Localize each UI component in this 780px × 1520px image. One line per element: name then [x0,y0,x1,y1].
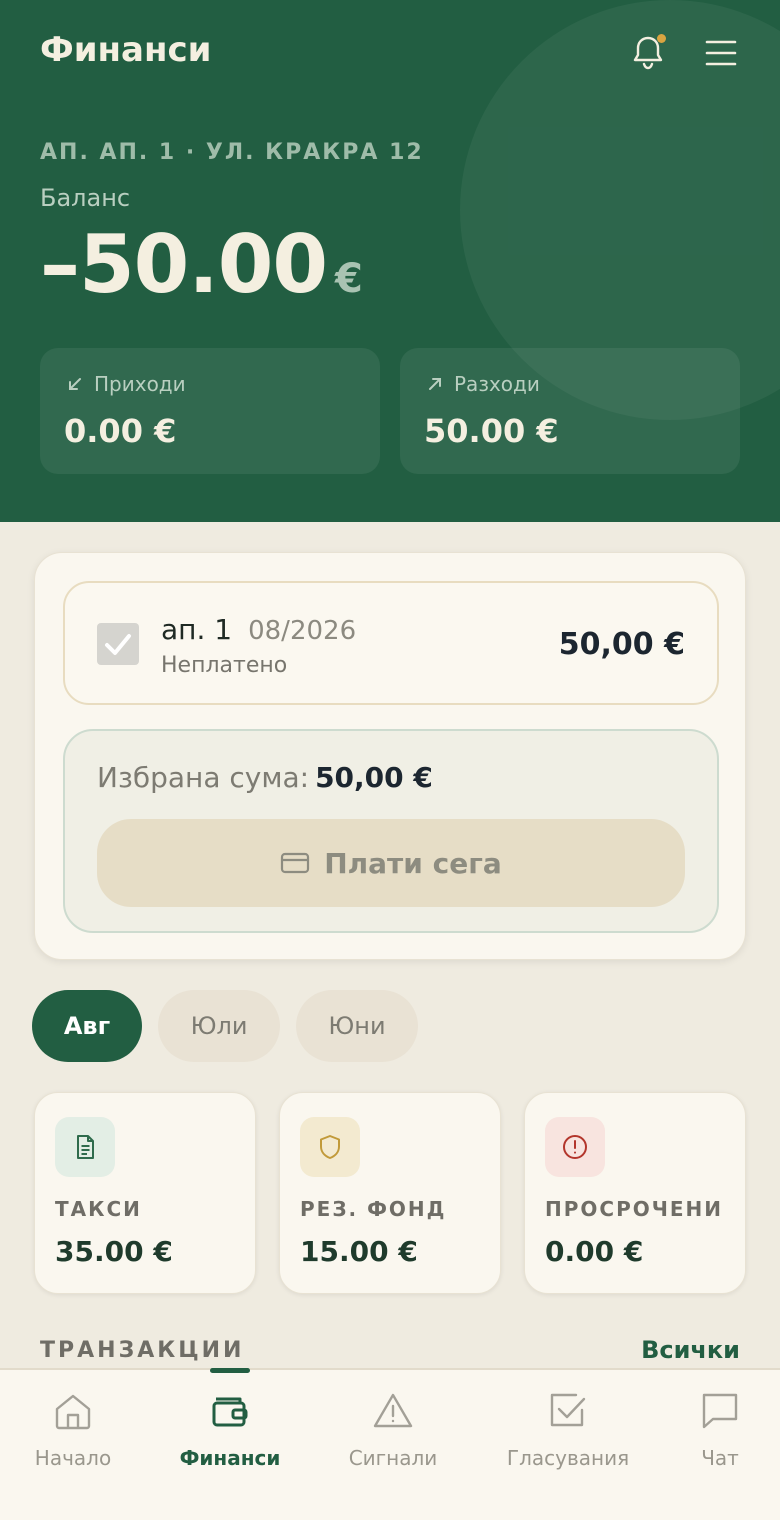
nav-signals-label: Сигнали [348,1446,438,1470]
income-value: 0.00 € [64,412,177,450]
home-icon [55,1394,91,1430]
arrow-down-left-icon [69,378,81,390]
invoice-period: 08/2026 [248,616,357,646]
notification-dot [657,34,666,43]
arrow-up-right-icon [429,378,441,390]
menu-button[interactable] [700,32,742,74]
fees-card[interactable]: ТАКСИ 35.00 € [34,1092,256,1294]
checkmark-icon [105,634,131,655]
nav-finance[interactable]: Финанси [155,1390,305,1470]
balance-currency: € [335,256,363,302]
fees-value: 35.00 € [55,1235,173,1268]
fees-label: ТАКСИ [55,1197,142,1221]
pay-now-button[interactable]: Плати сега [97,819,685,907]
finance-header: Финанси АП. АП. 1 · УЛ. КРАКРА 12 Баланс… [0,0,780,522]
see-all-link[interactable]: Всички [641,1336,740,1364]
wallet-icon [212,1397,248,1427]
overdue-label: ПРОСРОЧЕНИ [545,1197,724,1221]
nav-votes-label: Гласувания [506,1446,630,1470]
invoice-status: Неплатено [161,653,288,678]
selected-sum-value: 50,00 € [315,761,433,794]
balance-label: Баланс [40,184,131,212]
chat-icon [702,1393,738,1429]
document-icon [77,1135,94,1159]
reserve-fund-value: 15.00 € [300,1235,418,1268]
nav-chat-label: Чат [701,1446,739,1470]
tab-jul[interactable]: Юли [158,990,280,1062]
tab-jun[interactable]: Юни [296,990,418,1062]
invoice-apartment: ап. 1 [161,613,233,646]
income-card[interactable]: Приходи 0.00 € [40,348,380,474]
expense-label: Разходи [454,372,540,396]
pay-now-label: Плати сега [324,846,502,880]
selected-sum-label: Избрана сума: [97,761,310,794]
shield-icon [320,1135,340,1159]
checkbox-icon [550,1393,586,1427]
balance: –50.00 € [40,218,363,311]
overdue-card[interactable]: ПРОСРОЧЕНИ 0.00 € [524,1092,746,1294]
expense-value: 50.00 € [424,412,559,450]
expense-card[interactable]: Разходи 50.00 € [400,348,740,474]
overdue-value: 0.00 € [545,1235,644,1268]
payment-summary: Избрана сума: 50,00 € Плати сега [63,729,719,933]
nav-finance-label: Финанси [179,1446,281,1470]
income-label: Приходи [94,372,186,396]
hamburger-menu-icon [705,40,737,66]
invoice-amount: 50,00 € [558,627,685,662]
apartment-address: АП. АП. 1 · УЛ. КРАКРА 12 [40,140,424,165]
invoice-checkbox[interactable] [97,623,139,665]
reserve-fund-label: РЕЗ. ФОНД [300,1197,447,1221]
invoice-item[interactable]: ап. 1 08/2026 Неплатено 50,00 € [63,581,719,705]
credit-card-icon [281,852,310,874]
nav-signals[interactable]: Сигнали [318,1390,468,1470]
tab-aug[interactable]: Авг [32,990,142,1062]
page-title: Финанси [40,30,212,70]
bottom-navigation: Начало Финанси Сигнали Гласувания Чат [0,1368,780,1520]
nav-home[interactable]: Начало [0,1390,148,1470]
transactions-title: ТРАНЗАКЦИИ [40,1338,245,1363]
alert-circle-icon [563,1135,587,1159]
warning-icon [373,1393,413,1428]
nav-home-label: Начало [34,1446,112,1470]
active-tab-indicator [210,1368,250,1373]
nav-votes[interactable]: Гласувания [493,1390,643,1470]
reserve-fund-card[interactable]: РЕЗ. ФОНД 15.00 € [279,1092,501,1294]
payment-card: ап. 1 08/2026 Неплатено 50,00 € Избрана … [34,552,746,960]
balance-amount: –50.00 [40,218,328,311]
month-tabs: Авг Юли Юни [32,990,418,1062]
nav-chat[interactable]: Чат [645,1390,780,1470]
